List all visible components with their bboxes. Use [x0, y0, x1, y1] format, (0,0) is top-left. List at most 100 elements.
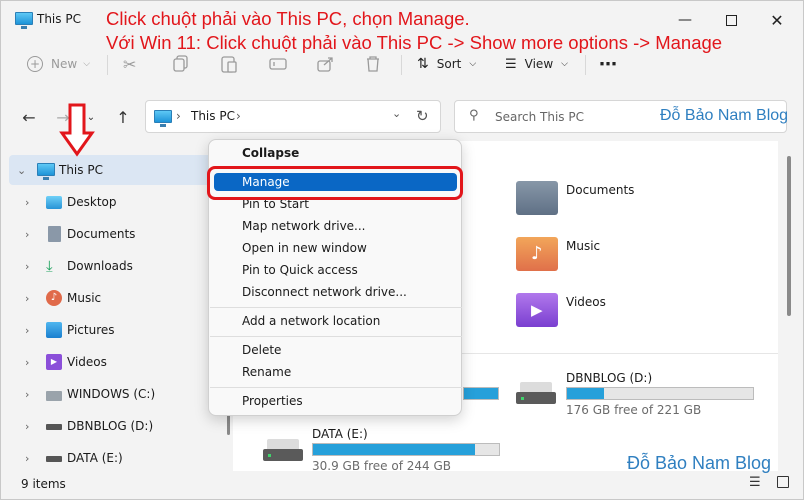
item-count: 9 items [21, 477, 66, 491]
drive-label[interactable]: DATA (E:) [312, 427, 368, 441]
status-bar: 9 items ☰ [1, 475, 803, 499]
chevron-down-icon: ⌵ [83, 59, 91, 69]
sidebar-item-label: DATA (E:) [67, 451, 123, 465]
tiles-view-icon[interactable] [777, 476, 789, 488]
annotation-line-2: Với Win 11: Click chuột phải vào This PC… [106, 32, 723, 53]
menu-item-disconnect-network-drive[interactable]: Disconnect network drive... [209, 281, 463, 303]
rename-icon[interactable] [269, 51, 287, 77]
menu-item-collapse[interactable]: Collapse [209, 142, 463, 164]
drive-label[interactable]: DBNBLOG (D:) [566, 371, 652, 385]
pc-icon [37, 163, 55, 180]
menu-separator [210, 336, 462, 337]
back-arrow-icon[interactable]: ← [19, 107, 39, 127]
paste-icon[interactable] [221, 51, 237, 77]
delete-icon[interactable] [365, 51, 381, 77]
chevron-right-icon: › [25, 259, 30, 273]
chevron-down-icon[interactable]: ⌄ [392, 107, 401, 120]
sidebar-item-downloads[interactable]: › ⤓ Downloads [1, 251, 221, 281]
file-explorer-window: This PC — ✕ + New ⌵ ✂ ⇅ Sort ⌵ ☰ View ⌵ … [0, 0, 804, 500]
sidebar-item-music[interactable]: › ♪ Music [1, 283, 221, 313]
sidebar-item-label: WINDOWS (C:) [67, 387, 156, 401]
menu-item-delete[interactable]: Delete [209, 339, 463, 361]
sidebar-item-label: DBNBLOG (D:) [67, 419, 154, 433]
watermark-bottom: Đỗ Bảo Nam Blog [627, 453, 772, 473]
chevron-right-icon: › [25, 355, 30, 369]
sidebar-item-windows-c[interactable]: › WINDOWS (C:) [1, 379, 221, 409]
chevron-right-icon: › [236, 109, 241, 123]
close-button[interactable]: ✕ [755, 5, 799, 35]
share-icon[interactable] [317, 51, 335, 77]
copy-icon[interactable] [173, 51, 189, 77]
drive-usage-fill [464, 388, 498, 399]
folder-label[interactable]: Documents [566, 183, 634, 197]
drive-icon [263, 439, 303, 461]
menu-item-add-network-location[interactable]: Add a network location [209, 310, 463, 332]
folder-label[interactable]: Music [566, 239, 600, 253]
sidebar-item-this-pc[interactable]: ⌄ This PC [1, 155, 221, 185]
chevron-right-icon: › [25, 419, 30, 433]
menu-separator [210, 307, 462, 308]
drive-icon [516, 382, 556, 404]
chevron-down-icon: ⌵ [561, 59, 568, 69]
new-label: New [51, 57, 78, 71]
videos-folder-icon: ▶ [516, 293, 558, 327]
view-icon: ☰ [505, 56, 517, 72]
content-scrollbar[interactable] [787, 156, 791, 316]
cut-icon[interactable]: ✂ [123, 51, 136, 77]
breadcrumb[interactable]: This PC [191, 109, 235, 123]
documents-folder-icon [516, 181, 558, 215]
refresh-icon[interactable]: ↻ [416, 107, 429, 125]
view-label: View [524, 57, 554, 71]
menu-item-open-new-window[interactable]: Open in new window [209, 237, 463, 259]
drive-free-space: 176 GB free of 221 GB [566, 403, 702, 417]
minimize-button[interactable]: — [663, 5, 707, 35]
menu-item-map-network-drive[interactable]: Map network drive... [209, 215, 463, 237]
chevron-right-icon: › [25, 387, 30, 401]
red-highlight-ring [207, 166, 463, 200]
sidebar-item-label: Downloads [67, 259, 133, 273]
view-button[interactable]: ☰ View ⌵ [505, 51, 568, 77]
plus-icon: + [27, 56, 43, 72]
sidebar-item-desktop[interactable]: › Desktop [1, 187, 221, 217]
pictures-icon [46, 322, 62, 338]
sort-button[interactable]: ⇅ Sort ⌵ [417, 51, 476, 77]
sort-icon: ⇅ [417, 56, 429, 72]
sidebar-item-dbnblog-d[interactable]: › DBNBLOG (D:) [1, 411, 221, 441]
sidebar-item-label: Videos [67, 355, 107, 369]
watermark-top: Đỗ Bảo Nam Blog [660, 107, 789, 124]
details-view-icon[interactable]: ☰ [749, 475, 761, 490]
search-icon: ⚲ [469, 108, 479, 123]
maximize-button[interactable] [709, 5, 753, 35]
pc-icon [154, 110, 172, 127]
sidebar-item-label: Desktop [67, 195, 117, 209]
drive-usage-fill [567, 388, 605, 399]
menu-item-rename[interactable]: Rename [209, 361, 463, 383]
chevron-right-icon: › [176, 109, 181, 123]
sidebar-item-label: Music [67, 291, 102, 305]
sidebar-item-pictures[interactable]: › Pictures [1, 315, 221, 345]
pc-icon [15, 12, 33, 29]
chevron-right-icon: › [25, 291, 30, 305]
drive-icon [46, 424, 62, 430]
sidebar-item-label: Pictures [67, 323, 115, 337]
sort-label: Sort [436, 57, 462, 71]
address-bar[interactable]: › This PC › ⌄ ↻ [145, 100, 441, 133]
sidebar-item-videos[interactable]: › ▶ Videos [1, 347, 221, 377]
drive-icon [46, 456, 62, 462]
download-icon: ⤓ [46, 257, 53, 275]
sidebar-item-data-e[interactable]: › DATA (E:) [1, 443, 221, 473]
up-arrow-icon[interactable]: ↑ [113, 107, 133, 127]
videos-icon: ▶ [46, 354, 62, 370]
sidebar-item-documents[interactable]: › Documents [1, 219, 221, 249]
drive-free-space: 30.9 GB free of 244 GB [312, 459, 451, 473]
desktop-icon [46, 196, 62, 209]
menu-item-pin-quick-access[interactable]: Pin to Quick access [209, 259, 463, 281]
new-button[interactable]: + New ⌵ [27, 51, 90, 77]
sidebar-scrollbar[interactable] [227, 413, 230, 435]
windows-drive-icon [46, 391, 62, 401]
folder-label[interactable]: Videos [566, 295, 606, 309]
documents-icon [48, 226, 61, 242]
more-options-icon[interactable]: ⋯ [599, 51, 617, 77]
menu-item-properties[interactable]: Properties [209, 390, 463, 412]
sidebar-item-label: Documents [67, 227, 136, 241]
